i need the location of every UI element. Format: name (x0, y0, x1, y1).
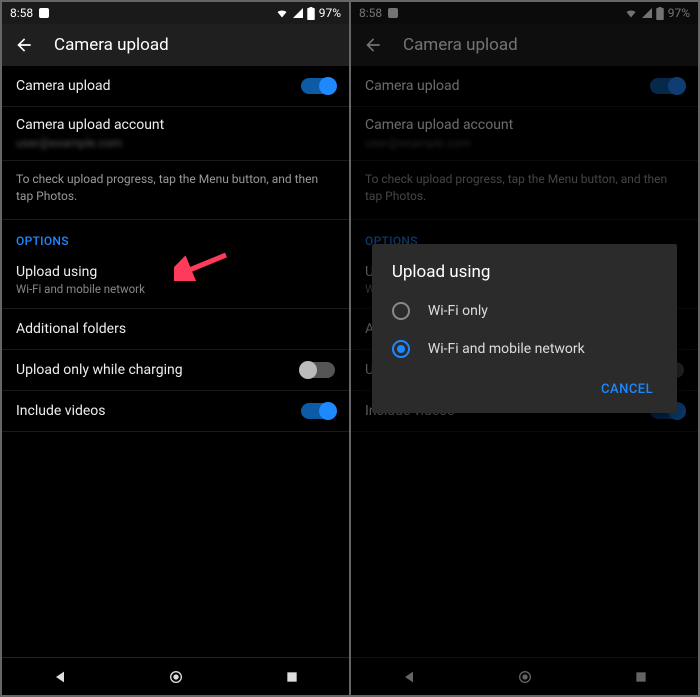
setting-upload-using[interactable]: Upload using Wi-Fi and mobile network (2, 252, 349, 309)
videos-toggle[interactable] (301, 403, 335, 419)
setting-upload-charging[interactable]: Upload only while charging (2, 350, 349, 391)
signal-icon (291, 7, 305, 19)
page-title: Camera upload (54, 35, 169, 55)
setting-subtitle: Wi-Fi and mobile network (16, 282, 145, 296)
battery-percent: 97% (319, 6, 341, 20)
nav-home-icon[interactable] (168, 669, 184, 685)
setting-camera-upload[interactable]: Camera upload (2, 66, 349, 107)
radio-icon (392, 340, 410, 358)
setting-account[interactable]: Camera upload account user@example.com (2, 107, 349, 161)
setting-label: Upload only while charging (16, 362, 183, 378)
info-text: To check upload progress, tap the Menu b… (2, 161, 349, 220)
radio-option-wifi-mobile[interactable]: Wi-Fi and mobile network (372, 330, 677, 368)
phone-right: 8:58 97% Camera upload Camera upload Cam… (351, 2, 698, 695)
setting-include-videos[interactable]: Include videos (2, 391, 349, 432)
back-arrow-icon[interactable] (14, 35, 34, 55)
setting-label: Additional folders (16, 321, 126, 337)
camera-upload-toggle[interactable] (301, 78, 335, 94)
nav-back-icon[interactable] (52, 669, 68, 685)
dialog-overlay[interactable]: Upload using Wi-Fi only Wi-Fi and mobile… (351, 2, 698, 695)
options-header: OPTIONS (2, 220, 349, 252)
status-icons: 97% (275, 6, 341, 20)
charging-toggle[interactable] (301, 362, 335, 378)
wifi-icon (275, 7, 289, 19)
dialog-title: Upload using (372, 262, 677, 292)
setting-label: Camera upload account (16, 117, 335, 133)
account-email: user@example.com (16, 136, 335, 150)
nav-recent-icon[interactable] (285, 670, 299, 684)
setting-label: Camera upload (16, 78, 110, 94)
radio-label: Wi-Fi and mobile network (428, 341, 585, 357)
upload-using-dialog: Upload using Wi-Fi only Wi-Fi and mobile… (372, 244, 677, 413)
app-bar: Camera upload (2, 24, 349, 66)
radio-label: Wi-Fi only (428, 303, 488, 319)
notification-icon (39, 8, 49, 18)
phone-left: 8:58 97% Camera upload Camera upload Cam… (2, 2, 349, 695)
nav-bar (2, 657, 349, 695)
cancel-button[interactable]: CANCEL (591, 376, 663, 403)
setting-label: Upload using (16, 264, 145, 280)
setting-label: Include videos (16, 403, 106, 419)
status-bar: 8:58 97% (2, 2, 349, 24)
battery-icon (307, 7, 315, 20)
status-time: 8:58 (10, 6, 33, 20)
radio-icon (392, 302, 410, 320)
settings-list: Camera upload Camera upload account user… (2, 66, 349, 657)
setting-additional-folders[interactable]: Additional folders (2, 309, 349, 350)
radio-option-wifi-only[interactable]: Wi-Fi only (372, 292, 677, 330)
